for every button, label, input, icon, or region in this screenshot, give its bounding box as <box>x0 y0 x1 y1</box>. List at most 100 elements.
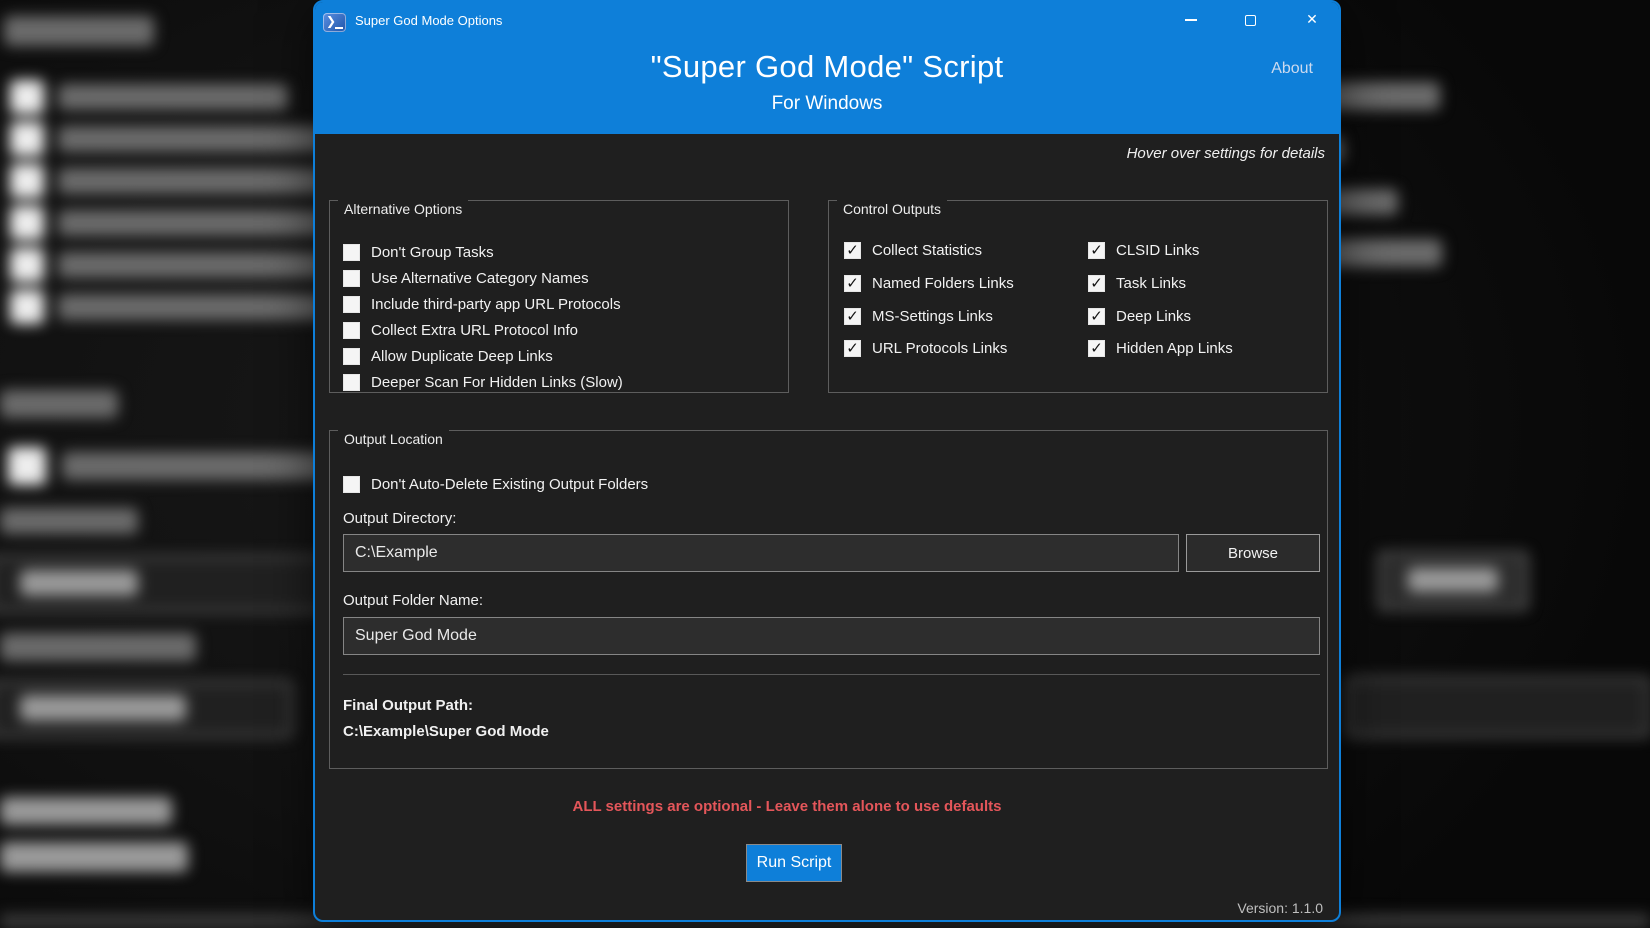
checkbox-label: CLSID Links <box>1116 242 1199 259</box>
page-subtitle: For Windows <box>315 93 1339 115</box>
blur-blob <box>20 570 138 596</box>
checkbox-box[interactable] <box>1088 275 1105 292</box>
group-title: Alternative Options <box>338 199 468 216</box>
checkbox-box[interactable] <box>343 374 360 391</box>
checkbox-label: Deep Links <box>1116 308 1191 325</box>
run-script-button[interactable]: Run Script <box>746 844 842 882</box>
output-directory-label: Output Directory: <box>343 510 456 527</box>
group-output-location: Output Location Don't Auto-Delete Existi… <box>329 430 1328 769</box>
checkbox-collect-statistics[interactable]: Collect Statistics <box>844 241 982 259</box>
checkbox-alt-category-names[interactable]: Use Alternative Category Names <box>343 269 589 287</box>
options-window: ❯ Super God Mode Options "Super God Mode… <box>313 0 1341 922</box>
checkbox-label: MS-Settings Links <box>872 308 993 325</box>
blur-blob <box>8 447 46 485</box>
output-folder-label: Output Folder Name: <box>343 592 483 609</box>
checkbox-box[interactable] <box>844 340 861 357</box>
blur-blob <box>0 842 188 872</box>
checkbox-box[interactable] <box>343 476 360 493</box>
checkbox-box[interactable] <box>1088 308 1105 325</box>
checkbox-box[interactable] <box>844 308 861 325</box>
powershell-icon: ❯ <box>323 13 346 32</box>
settings-warning: ALL settings are optional - Leave them a… <box>315 798 1259 815</box>
blur-blob <box>10 248 44 282</box>
checkbox-label: Include third-party app URL Protocols <box>371 296 621 313</box>
group-control-outputs: Control Outputs Collect Statistics Named… <box>828 200 1328 393</box>
prompt-underscore-icon <box>335 27 343 29</box>
checkbox-box[interactable] <box>844 275 861 292</box>
checkbox-box[interactable] <box>343 270 360 287</box>
blur-blob <box>62 452 337 480</box>
checkbox-label: Use Alternative Category Names <box>371 270 589 287</box>
checkbox-box[interactable] <box>844 242 861 259</box>
checkbox-label: Don't Auto-Delete Existing Output Folder… <box>371 476 648 493</box>
checkbox-box[interactable] <box>1088 340 1105 357</box>
blur-blob <box>0 390 118 418</box>
checkbox-label: Deeper Scan For Hidden Links (Slow) <box>371 374 623 391</box>
separator <box>343 674 1320 675</box>
blur-blob <box>58 252 343 278</box>
screen: ❯ Super God Mode Options "Super God Mode… <box>0 0 1650 928</box>
blur-blob <box>0 797 172 825</box>
window-header: ❯ Super God Mode Options "Super God Mode… <box>315 2 1339 134</box>
maximize-button[interactable] <box>1227 4 1273 36</box>
window-title: Super God Mode Options <box>355 13 502 28</box>
minimize-button[interactable] <box>1168 4 1214 36</box>
final-output-path-label: Final Output Path: <box>343 697 473 714</box>
blur-blob <box>58 84 288 110</box>
blur-blob <box>1346 677 1650 737</box>
close-icon <box>1306 11 1318 29</box>
blur-blob <box>10 80 44 114</box>
blur-blob <box>58 294 328 320</box>
checkbox-box[interactable] <box>1088 242 1105 259</box>
checkbox-box[interactable] <box>343 296 360 313</box>
checkbox-label: Allow Duplicate Deep Links <box>371 348 553 365</box>
checkbox-deeper-scan[interactable]: Deeper Scan For Hidden Links (Slow) <box>343 373 623 391</box>
checkbox-ms-settings-links[interactable]: MS-Settings Links <box>844 307 993 325</box>
checkbox-dont-auto-delete[interactable]: Don't Auto-Delete Existing Output Folder… <box>343 475 648 493</box>
group-title: Control Outputs <box>837 199 947 216</box>
checkbox-label: Task Links <box>1116 275 1186 292</box>
checkbox-box[interactable] <box>343 322 360 339</box>
blur-blob <box>58 210 338 236</box>
checkbox-box[interactable] <box>343 348 360 365</box>
group-alternative-options: Alternative Options Don't Group Tasks Us… <box>329 200 789 393</box>
blur-blob <box>1408 568 1498 592</box>
version-label: Version: 1.1.0 <box>1237 900 1323 916</box>
hover-hint: Hover over settings for details <box>1127 145 1325 162</box>
checkbox-url-protocols-links[interactable]: URL Protocols Links <box>844 339 1007 357</box>
checkbox-task-links[interactable]: Task Links <box>1088 274 1186 292</box>
checkbox-deep-links[interactable]: Deep Links <box>1088 307 1191 325</box>
blur-blob <box>10 122 44 156</box>
title-bar[interactable]: ❯ Super God Mode Options <box>315 2 1339 40</box>
checkbox-third-party-protocols[interactable]: Include third-party app URL Protocols <box>343 295 621 313</box>
checkbox-duplicate-deep-links[interactable]: Allow Duplicate Deep Links <box>343 347 553 365</box>
output-directory-input[interactable] <box>343 534 1179 572</box>
checkbox-dont-group-tasks[interactable]: Don't Group Tasks <box>343 243 494 261</box>
output-folder-input[interactable] <box>343 617 1320 655</box>
blur-blob <box>10 164 44 198</box>
checkbox-label: URL Protocols Links <box>872 340 1007 357</box>
about-link[interactable]: About <box>1271 60 1313 78</box>
checkbox-label: Named Folders Links <box>872 275 1014 292</box>
blur-blob <box>20 695 186 721</box>
final-output-path-value: C:\Example\Super God Mode <box>343 723 549 740</box>
checkbox-label: Collect Extra URL Protocol Info <box>371 322 578 339</box>
minimize-icon <box>1185 19 1197 21</box>
checkbox-label: Don't Group Tasks <box>371 244 494 261</box>
checkbox-clsid-links[interactable]: CLSID Links <box>1088 241 1199 259</box>
checkbox-label: Collect Statistics <box>872 242 982 259</box>
blur-blob <box>0 508 138 534</box>
browse-button[interactable]: Browse <box>1186 534 1320 572</box>
maximize-icon <box>1245 15 1256 26</box>
checkbox-extra-url-info[interactable]: Collect Extra URL Protocol Info <box>343 321 578 339</box>
group-title: Output Location <box>338 429 449 446</box>
close-button[interactable] <box>1289 4 1335 36</box>
prompt-chevron-icon: ❯ <box>326 14 336 28</box>
blur-blob <box>10 290 44 324</box>
blur-blob <box>10 206 44 240</box>
checkbox-hidden-app-links[interactable]: Hidden App Links <box>1088 339 1233 357</box>
page-title: "Super God Mode" Script <box>315 49 1339 85</box>
checkbox-box[interactable] <box>343 244 360 261</box>
blur-blob <box>0 633 196 661</box>
checkbox-named-folders-links[interactable]: Named Folders Links <box>844 274 1014 292</box>
